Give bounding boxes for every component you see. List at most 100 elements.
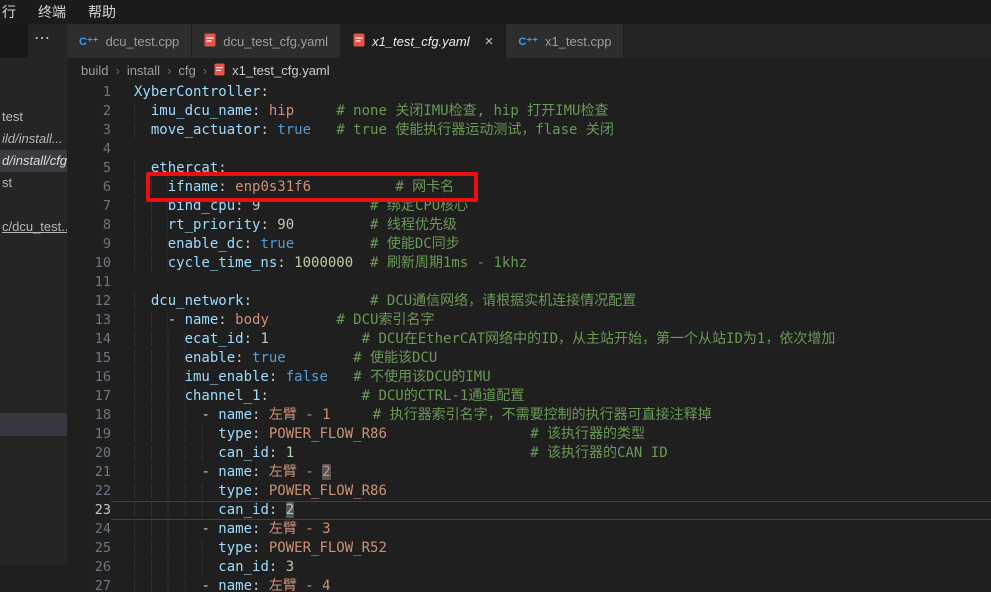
code-line[interactable]: 6 ifname: enp0s31f6 # 网卡名 <box>67 178 991 197</box>
menu-item-help[interactable]: 帮助 <box>88 2 116 22</box>
code-line[interactable]: 5 ethercat: <box>67 159 991 178</box>
line-number: 7 <box>67 197 111 216</box>
code-text: - name: 左臂 - 3 <box>111 520 991 539</box>
code-text: ecat_id: 1 # DCU在EtherCAT网络中的ID，从主站开始，第一… <box>111 330 991 349</box>
tab-x1_test_cfg-yaml[interactable]: x1_test_cfg.yaml × <box>341 24 506 58</box>
breadcrumb: build › install › cfg › x1_test_cfg.yaml <box>67 58 991 83</box>
code-text: enable_dc: true # 使能DC同步 <box>111 235 991 254</box>
line-number: 8 <box>67 216 111 235</box>
line-number: 2 <box>67 102 111 121</box>
vscode-window: 行 终端 帮助 ⋯ test ild/install... d/install/… <box>0 0 991 592</box>
code-line[interactable]: 26 can_id: 3 <box>67 558 991 577</box>
code-line[interactable]: 20 can_id: 1 # 该执行器的CAN ID <box>67 444 991 463</box>
line-number: 14 <box>67 330 111 349</box>
tab-x1_test-cpp[interactable]: C⁺⁺ x1_test.cpp <box>506 24 624 58</box>
cpp-file-icon: C⁺⁺ <box>518 35 538 48</box>
line-number: 24 <box>67 520 111 539</box>
code-text: enable: true # 使能该DCU <box>111 349 991 368</box>
close-icon[interactable]: × <box>485 34 494 49</box>
code-line[interactable]: 14 ecat_id: 1 # DCU在EtherCAT网络中的ID，从主站开始… <box>67 330 991 349</box>
line-number: 13 <box>67 311 111 330</box>
breadcrumb-file[interactable]: x1_test_cfg.yaml <box>232 63 330 78</box>
code-line[interactable]: 16 imu_enable: false # 不使用该DCU的IMU <box>67 368 991 387</box>
breadcrumb-item[interactable]: cfg <box>178 63 195 78</box>
line-number: 17 <box>67 387 111 406</box>
line-number: 3 <box>67 121 111 140</box>
code-text: dcu_network: # DCU通信网络，请根据实机连接情况配置 <box>111 292 991 311</box>
code-text: bind_cpu: 9 # 绑定CPU核心 <box>111 197 991 216</box>
line-number: 19 <box>67 425 111 444</box>
code-line[interactable]: 22 type: POWER_FLOW_R86 <box>67 482 991 501</box>
line-number: 22 <box>67 482 111 501</box>
code-line[interactable]: 19 type: POWER_FLOW_R86 # 该执行器的类型 <box>67 425 991 444</box>
list-item[interactable]: st <box>0 172 67 194</box>
code-line[interactable]: 9 enable_dc: true # 使能DC同步 <box>67 235 991 254</box>
code-text <box>111 273 991 292</box>
code-line[interactable]: 15 enable: true # 使能该DCU <box>67 349 991 368</box>
code-text: type: POWER_FLOW_R86 <box>111 482 991 501</box>
line-number: 26 <box>67 558 111 577</box>
code-line[interactable]: 25 type: POWER_FLOW_R52 <box>67 539 991 558</box>
line-number: 20 <box>67 444 111 463</box>
code-line[interactable]: 11 <box>67 273 991 292</box>
menu-item-terminal[interactable]: 终端 <box>38 2 66 22</box>
code-line[interactable]: 21 - name: 左臂 - 2 <box>67 463 991 482</box>
code-text: can_id: 3 <box>111 558 991 577</box>
code-text: type: POWER_FLOW_R86 # 该执行器的类型 <box>111 425 991 444</box>
code-line[interactable]: 27 - name: 左臂 - 4 <box>67 577 991 592</box>
line-number: 27 <box>67 577 111 592</box>
line-number: 25 <box>67 539 111 558</box>
line-number: 11 <box>67 273 111 292</box>
code-line[interactable]: 12 dcu_network: # DCU通信网络，请根据实机连接情况配置 <box>67 292 991 311</box>
yaml-file-icon <box>353 33 365 50</box>
yaml-file-icon <box>204 33 216 50</box>
list-item[interactable]: test <box>0 106 67 128</box>
code-line[interactable]: 3 move_actuator: true # true 使能执行器运动测试，f… <box>67 121 991 140</box>
code-text: type: POWER_FLOW_R52 <box>111 539 991 558</box>
code-line[interactable]: 4 <box>67 140 991 159</box>
line-number: 9 <box>67 235 111 254</box>
cpp-file-icon: C⁺⁺ <box>79 35 99 48</box>
tab-dcu_test_cfg-yaml[interactable]: dcu_test_cfg.yaml <box>192 24 341 58</box>
chevron-right-icon: › <box>115 63 119 78</box>
code-line[interactable]: 13 - name: body # DCU索引名字 <box>67 311 991 330</box>
code-text: rt_priority: 90 # 线程优先级 <box>111 216 991 235</box>
code-text: - name: 左臂 - 4 <box>111 577 991 592</box>
line-number: 18 <box>67 406 111 425</box>
line-number: 23 <box>67 501 111 520</box>
code-line[interactable]: 17 channel_1: # DCU的CTRL-1通道配置 <box>67 387 991 406</box>
code-text: XyberController: <box>111 83 991 102</box>
code-text <box>111 140 991 159</box>
line-number: 1 <box>67 83 111 102</box>
code-text: ifname: enp0s31f6 # 网卡名 <box>111 178 991 197</box>
code-editor[interactable]: 1XyberController:2 imu_dcu_name: hip # n… <box>67 83 991 592</box>
code-line[interactable]: 1XyberController: <box>67 83 991 102</box>
code-line[interactable]: 10 cycle_time_ns: 1000000 # 刷新周期1ms - 1k… <box>67 254 991 273</box>
menu-bar: 行 终端 帮助 <box>0 0 991 24</box>
list-item[interactable]: ild/install... <box>0 128 67 150</box>
line-number: 5 <box>67 159 111 178</box>
sidebar-highlight-row[interactable] <box>0 413 67 436</box>
code-line[interactable]: 2 imu_dcu_name: hip # none 关闭IMU检查, hip … <box>67 102 991 121</box>
tab-dcu_test-cpp[interactable]: C⁺⁺ dcu_test.cpp <box>67 24 192 58</box>
code-text: cycle_time_ns: 1000000 # 刷新周期1ms - 1khz <box>111 254 991 273</box>
code-line[interactable]: 24 - name: 左臂 - 3 <box>67 520 991 539</box>
code-line[interactable]: 23 can_id: 2 <box>67 501 991 520</box>
code-text: channel_1: # DCU的CTRL-1通道配置 <box>111 387 991 406</box>
line-number: 6 <box>67 178 111 197</box>
list-item[interactable]: c/dcu_test... <box>0 216 67 238</box>
line-number: 15 <box>67 349 111 368</box>
code-line[interactable]: 7 bind_cpu: 9 # 绑定CPU核心 <box>67 197 991 216</box>
chevron-right-icon: › <box>203 63 207 78</box>
code-line[interactable]: 8 rt_priority: 90 # 线程优先级 <box>67 216 991 235</box>
code-text: - name: body # DCU索引名字 <box>111 311 991 330</box>
list-item-selected[interactable]: d/install/cfg <box>0 150 67 172</box>
code-line[interactable]: 18 - name: 左臂 - 1 # 执行器索引名字，不需要控制的执行器可直接… <box>67 406 991 425</box>
code-text: - name: 左臂 - 2 <box>111 463 991 482</box>
code-text: can_id: 1 # 该执行器的CAN ID <box>111 444 991 463</box>
breadcrumb-item[interactable]: install <box>127 63 160 78</box>
breadcrumb-item[interactable]: build <box>81 63 108 78</box>
menu-item-run[interactable]: 行 <box>2 2 16 22</box>
line-number: 12 <box>67 292 111 311</box>
more-actions-icon[interactable]: ⋯ <box>34 28 51 48</box>
